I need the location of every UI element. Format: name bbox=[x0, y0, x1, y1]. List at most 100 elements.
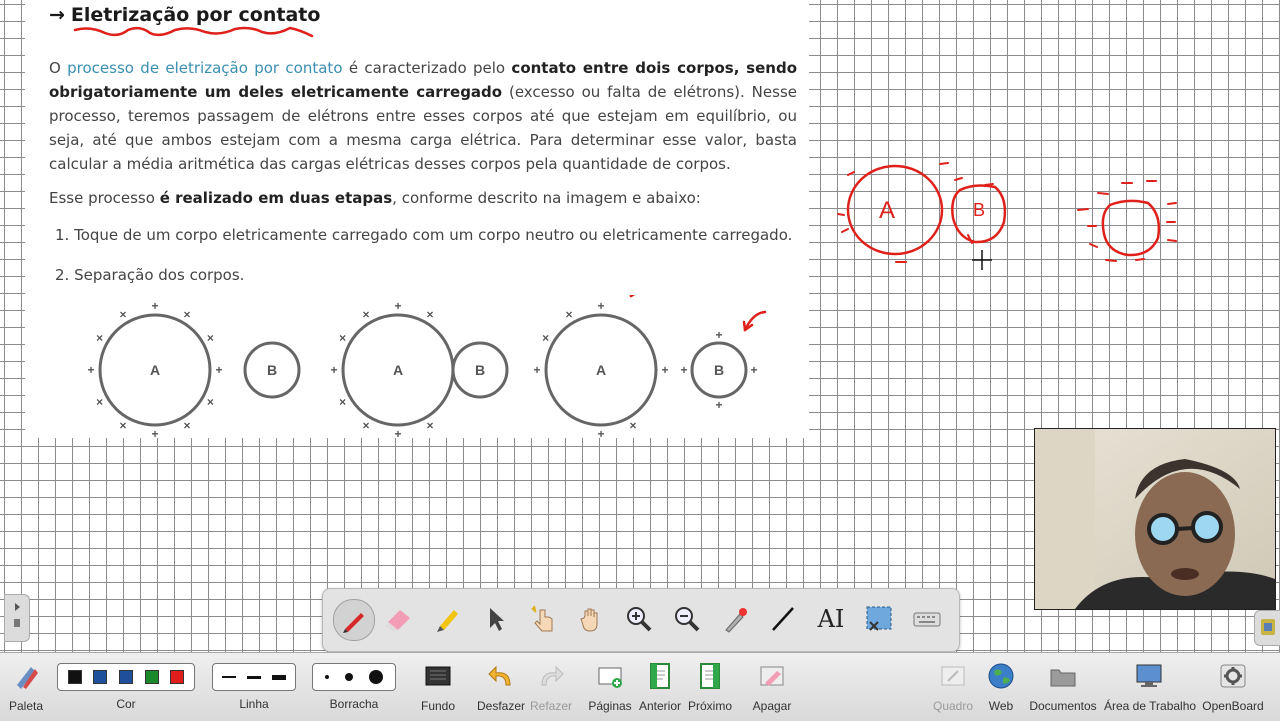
documents-button[interactable]: Documentos bbox=[1028, 659, 1098, 713]
palette-button[interactable]: Paleta bbox=[4, 659, 48, 713]
sphere-label: B bbox=[475, 362, 485, 378]
negative-charge-mark: × bbox=[426, 308, 433, 322]
drawn-label-b: B bbox=[973, 200, 985, 220]
capture-tool[interactable] bbox=[859, 599, 899, 639]
line-thick[interactable] bbox=[271, 674, 286, 680]
pages-button[interactable]: Páginas bbox=[588, 659, 632, 713]
color-picker bbox=[57, 663, 195, 691]
negative-charge-mark: × bbox=[542, 331, 549, 345]
web-button[interactable]: Web bbox=[980, 659, 1022, 713]
zoom-in-tool[interactable] bbox=[619, 599, 659, 639]
color-green[interactable] bbox=[144, 670, 159, 684]
next-page-button[interactable]: Próximo bbox=[688, 659, 732, 713]
left-panel-toggle[interactable] bbox=[4, 594, 30, 642]
board-icon bbox=[941, 666, 965, 686]
eraser-tool[interactable] bbox=[379, 599, 419, 639]
negative-charge-mark: × bbox=[339, 395, 346, 409]
hand-tool[interactable] bbox=[571, 599, 611, 639]
color-blue-1[interactable] bbox=[93, 670, 108, 684]
laser-icon bbox=[725, 608, 747, 633]
line-icon bbox=[772, 607, 794, 631]
panel-arrow-icon bbox=[14, 603, 20, 627]
floating-toolbar: AI bbox=[322, 588, 960, 652]
line-label: Linha bbox=[239, 697, 269, 711]
webcam-feed bbox=[1034, 428, 1276, 610]
previous-page-label: Anterior bbox=[638, 699, 682, 713]
pointer-tool[interactable] bbox=[475, 599, 515, 639]
negative-charge-mark: × bbox=[426, 418, 433, 432]
background-button[interactable]: Fundo bbox=[416, 659, 460, 713]
board-mode-button[interactable]: Quadro bbox=[930, 659, 976, 713]
eraser-medium[interactable] bbox=[345, 673, 353, 681]
negative-charge-mark: × bbox=[183, 418, 190, 432]
negative-charge-mark: × bbox=[207, 395, 214, 409]
laser-tool[interactable] bbox=[715, 599, 755, 639]
previous-page-icon bbox=[650, 663, 670, 689]
previous-page-button[interactable]: Anterior bbox=[638, 659, 682, 713]
right-panel-toggle[interactable] bbox=[1254, 610, 1280, 646]
negative-charge-mark: × bbox=[362, 418, 369, 432]
background-icon bbox=[425, 666, 451, 686]
keyboard-tool[interactable] bbox=[907, 599, 947, 639]
text-icon: AI bbox=[817, 605, 845, 633]
next-page-icon bbox=[700, 663, 720, 689]
keyboard-icon bbox=[913, 612, 941, 627]
monitor-icon bbox=[1136, 664, 1162, 687]
board-annotations: A B bbox=[73, 26, 1177, 270]
zoom-out-icon bbox=[675, 607, 700, 632]
positive-charge-mark: + bbox=[715, 398, 722, 412]
desktop-button[interactable]: Área de Trabalho bbox=[1104, 659, 1197, 713]
positive-charge-mark: + bbox=[151, 299, 158, 313]
negative-charge-mark: × bbox=[119, 308, 126, 322]
interact-tool[interactable] bbox=[523, 599, 563, 639]
line-tool[interactable] bbox=[763, 599, 803, 639]
undo-button[interactable]: Desfazer bbox=[476, 659, 526, 713]
documents-label: Documentos bbox=[1029, 699, 1097, 713]
highlighter-icon bbox=[437, 610, 458, 632]
eraser-large[interactable] bbox=[369, 670, 383, 684]
positive-charge-mark: + bbox=[87, 363, 94, 377]
positive-charge-mark: + bbox=[533, 363, 540, 377]
line-thin[interactable] bbox=[222, 676, 237, 678]
main-toolbar: Paleta Cor Linha Borracha Fundo Desfazer… bbox=[0, 652, 1280, 721]
positive-charge-mark: + bbox=[597, 299, 604, 313]
redo-button[interactable]: Refazer bbox=[528, 659, 574, 713]
color-black[interactable] bbox=[67, 670, 82, 684]
positive-charge-mark: + bbox=[394, 427, 401, 438]
positive-charge-mark: + bbox=[680, 363, 687, 377]
pointer-icon bbox=[490, 608, 504, 631]
line-width-picker bbox=[212, 663, 296, 691]
pen-tool[interactable] bbox=[333, 599, 375, 641]
negative-charge-mark: × bbox=[362, 308, 369, 322]
sphere-label: A bbox=[596, 362, 606, 378]
palette-label: Paleta bbox=[8, 699, 44, 713]
gear-icon bbox=[1220, 664, 1246, 688]
negative-charge-mark: × bbox=[339, 331, 346, 345]
line-medium[interactable] bbox=[246, 675, 261, 679]
pages-label: Páginas bbox=[588, 699, 632, 713]
negative-charge-mark: × bbox=[183, 308, 190, 322]
crosshair-cursor-icon bbox=[972, 250, 992, 270]
sphere-label: B bbox=[714, 362, 724, 378]
highlighter-tool[interactable] bbox=[427, 599, 467, 639]
positive-charge-mark: + bbox=[597, 427, 604, 438]
negative-charge-mark: × bbox=[96, 331, 103, 345]
zoom-out-tool[interactable] bbox=[667, 599, 707, 639]
color-red[interactable] bbox=[170, 670, 185, 684]
negative-charge-mark: × bbox=[119, 418, 126, 432]
interact-icon bbox=[531, 605, 553, 632]
negative-charge-mark: × bbox=[207, 331, 214, 345]
web-label: Web bbox=[988, 699, 1014, 713]
positive-charge-mark: + bbox=[715, 328, 722, 342]
drawn-circle-c bbox=[1101, 199, 1161, 257]
sphere-label: A bbox=[150, 362, 160, 378]
color-blue-2[interactable] bbox=[118, 670, 133, 684]
openboard-menu-button[interactable]: OpenBoard bbox=[1200, 659, 1266, 713]
positive-charge-mark: + bbox=[661, 363, 668, 377]
globe-icon bbox=[988, 663, 1014, 689]
charge-diagram: A B A B A B + × × + × × + × × + × × + × × + × × + × × + + × + + × ×… bbox=[87, 295, 767, 438]
desktop-label: Área de Trabalho bbox=[1104, 699, 1197, 713]
clear-button[interactable]: Apagar bbox=[750, 659, 794, 713]
eraser-small[interactable] bbox=[325, 675, 329, 679]
text-tool[interactable]: AI bbox=[811, 599, 851, 639]
